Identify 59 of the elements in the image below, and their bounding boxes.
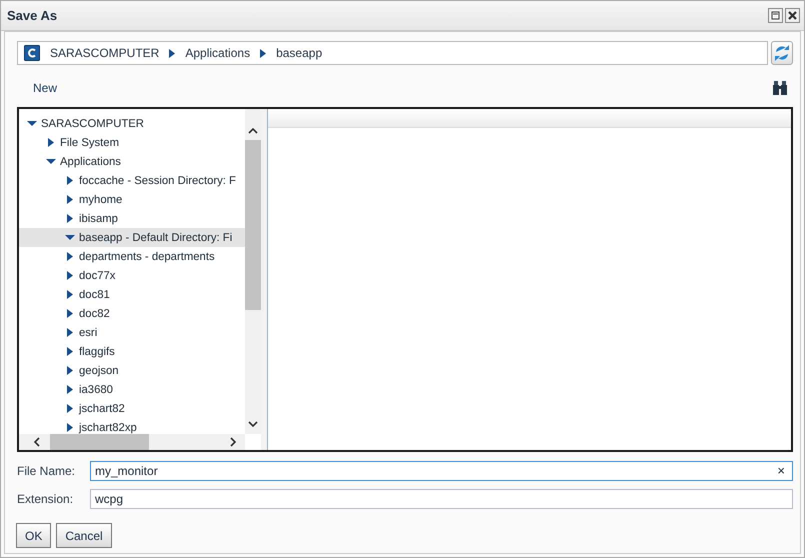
collapsed-caret-icon[interactable] [65,252,75,261]
collapsed-caret-icon[interactable] [65,271,75,280]
refresh-button[interactable] [771,41,793,65]
collapsed-caret-icon[interactable] [65,176,75,185]
field-label: Extension: [17,492,74,506]
tree-item[interactable]: geojson [19,361,245,380]
tree-item[interactable]: ia3680 [19,380,245,399]
window-title: Save As [7,8,58,23]
collapsed-caret-icon[interactable] [65,404,75,413]
tree-item[interactable]: doc82 [19,304,245,323]
cancel-button[interactable]: Cancel [56,523,112,548]
collapsed-caret-icon[interactable] [65,423,75,432]
restore-icon[interactable] [768,8,783,23]
expanded-caret-icon[interactable] [27,120,37,126]
scroll-up-icon[interactable] [248,127,258,134]
tree-item[interactable]: foccache - Session Directory: F [19,171,245,190]
caret-icon [260,48,266,58]
tree-item[interactable]: flaggifs [19,342,245,361]
ok-button[interactable]: OK [16,523,52,548]
breadcrumb-item[interactable]: Applications [185,46,250,60]
close-icon[interactable] [785,8,800,23]
new-button[interactable]: New [33,81,58,95]
collapsed-caret-icon[interactable] [65,195,75,204]
collapsed-caret-icon[interactable] [65,328,75,337]
tree-item[interactable]: File System [19,133,245,152]
vertical-scrollbar[interactable] [245,109,261,434]
splitter-handle[interactable] [261,109,268,450]
breadcrumb-item[interactable]: SARASCOMPUTER [50,46,160,60]
tree-item[interactable]: doc81 [19,285,245,304]
computer-icon [24,45,40,61]
expanded-caret-icon[interactable] [65,234,75,240]
field-label: File Name: [17,464,76,478]
caret-icon [169,48,176,58]
search-icon[interactable] [772,80,788,96]
tree-item[interactable]: SARASCOMPUTER [19,114,245,133]
collapsed-caret-icon[interactable] [46,138,56,147]
scroll-right-icon[interactable] [230,437,237,447]
text-field[interactable]: wcpg [90,489,793,509]
tree-item[interactable]: baseapp - Default Directory: Fi [19,228,245,247]
tree-item[interactable]: ibisamp [19,209,245,228]
collapsed-caret-icon[interactable] [65,214,75,223]
collapsed-caret-icon[interactable] [65,309,75,318]
breadcrumb-item[interactable]: baseapp [276,46,322,60]
scroll-down-icon[interactable] [248,421,258,428]
collapsed-caret-icon[interactable] [65,290,75,299]
clear-button[interactable]: × [777,463,785,479]
tree-item[interactable]: Applications [19,152,245,171]
scroll-left-icon[interactable] [33,437,40,447]
collapsed-caret-icon[interactable] [65,366,75,375]
tree-item[interactable]: departments - departments [19,247,245,266]
tree-item[interactable]: esri [19,323,245,342]
expanded-caret-icon[interactable] [46,158,56,164]
tree-item[interactable]: doc77x [19,266,245,285]
collapsed-caret-icon[interactable] [65,385,75,394]
collapsed-caret-icon[interactable] [65,347,75,356]
tree-item[interactable]: jschart82xp [19,418,245,434]
tree-item[interactable]: myhome [19,190,245,209]
horizontal-scrollbar[interactable] [19,434,245,450]
tree-item[interactable]: jschart82 [19,399,245,418]
